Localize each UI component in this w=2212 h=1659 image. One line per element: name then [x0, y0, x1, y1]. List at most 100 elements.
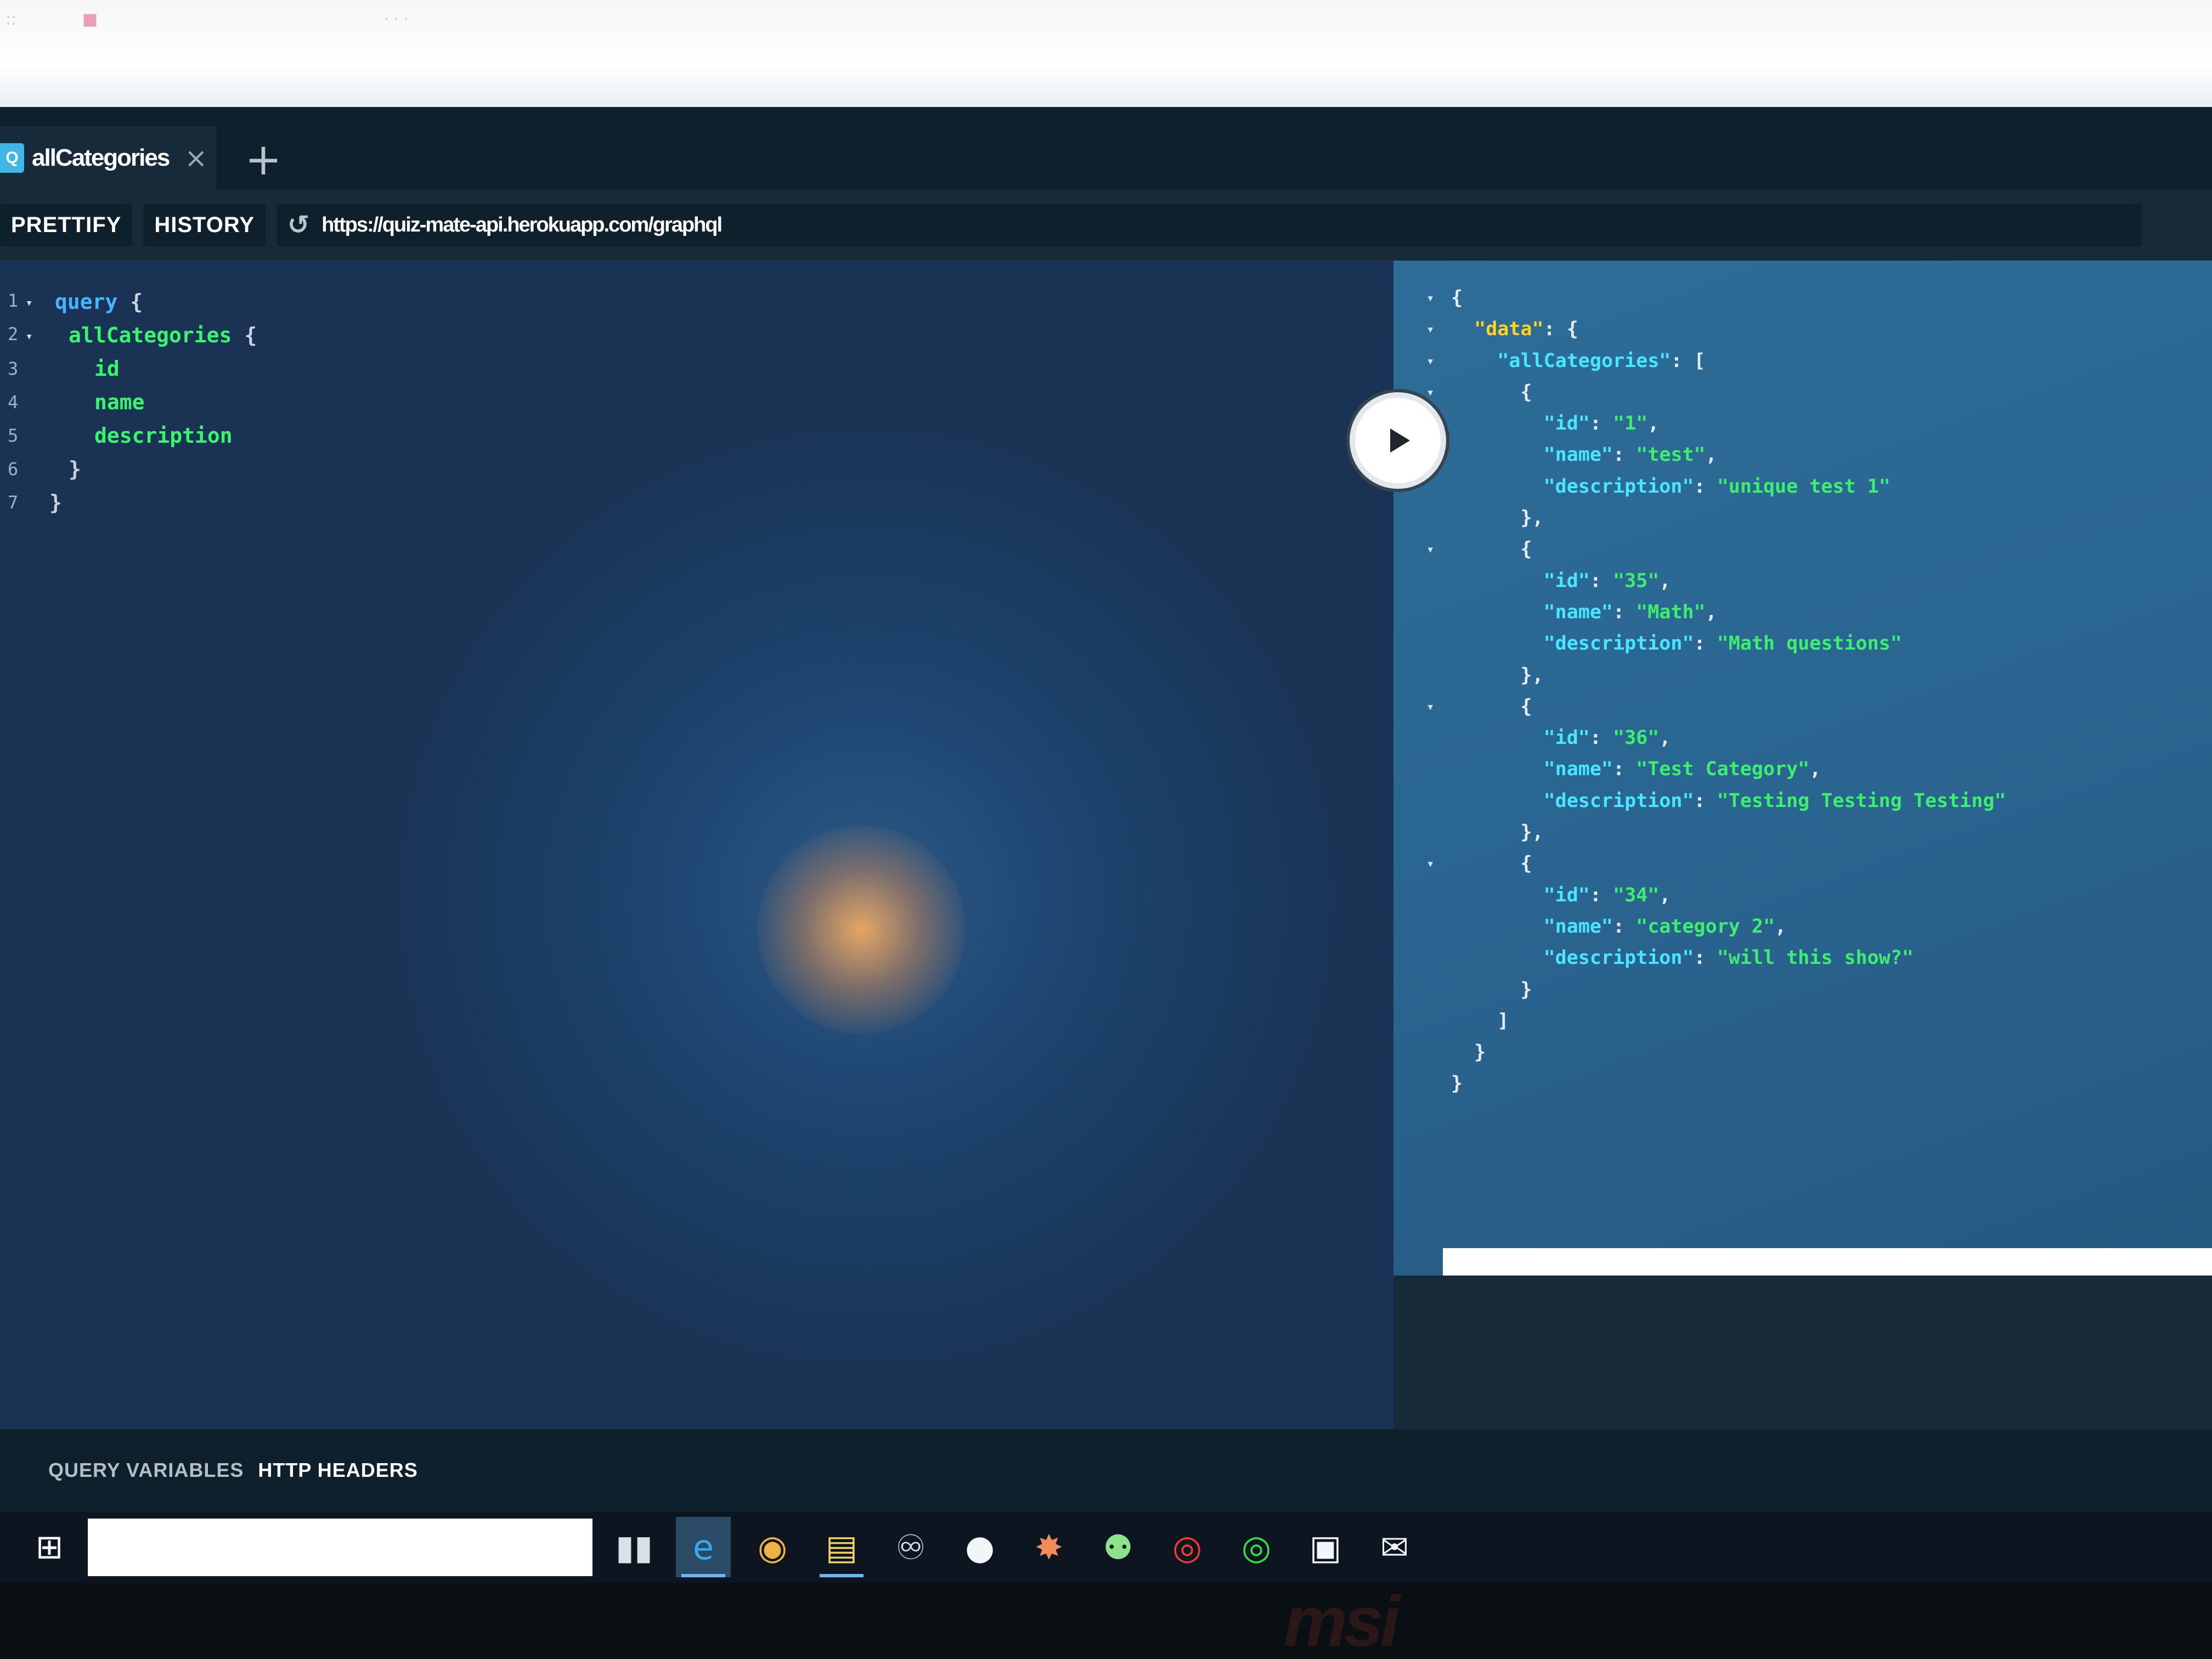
line-number: 1 ▾: [8, 290, 33, 311]
prettify-button[interactable]: PRETTIFY: [0, 204, 133, 246]
json-line: ▾ {: [1426, 534, 2006, 565]
play-icon: [1390, 428, 1410, 453]
line-number: 6: [8, 459, 19, 479]
tab-logo-icon: Q: [0, 143, 24, 173]
json-line: },: [1451, 507, 1544, 529]
line-number: 7: [8, 492, 19, 513]
execute-query-button[interactable]: [1350, 392, 1446, 489]
query-code: 1 ▾ query { 2 ▾ allCategories { 3 id 4 n…: [0, 285, 257, 520]
json-line: }: [1451, 1073, 1463, 1095]
json-line: "name": "test",: [1451, 439, 2006, 471]
json-line: ▾{: [1426, 283, 2006, 314]
running-indicator: [681, 1574, 725, 1577]
result-pane[interactable]: ▾{ ▾ "data": { ▾ "allCategories": [ ▾ { …: [1393, 261, 2212, 1276]
fold-arrow-icon: ▾: [1426, 353, 1435, 369]
field-name: name: [94, 390, 145, 414]
endpoint-url-field[interactable]: ↺ https://quiz-mate-api.herokuapp.com/gr…: [276, 204, 2142, 246]
result-horizontal-scrollbar[interactable]: [1443, 1248, 2212, 1276]
history-button[interactable]: HISTORY: [143, 204, 266, 246]
tab-http-headers[interactable]: HTTP HEADERS: [258, 1459, 417, 1482]
json-line: "name": "category 2",: [1451, 911, 2006, 943]
chrome-icon[interactable]: ◉: [745, 1517, 800, 1577]
running-indicator: [820, 1574, 864, 1577]
code-line: 7 }: [0, 486, 257, 520]
code-line: 3 id: [0, 352, 257, 386]
task-view-icon[interactable]: ▮▮: [607, 1517, 662, 1577]
json-line: "description": "will this show?": [1451, 943, 2006, 974]
item-id: "36": [1613, 727, 1660, 749]
json-line: "description": "Testing Testing Testing": [1451, 786, 2006, 817]
open-brace: {: [244, 323, 257, 347]
item-name: "category 2": [1636, 915, 1775, 938]
close-brace: }: [69, 457, 81, 481]
json-line: ▾ {: [1426, 848, 2006, 879]
json-line: "id": "1",: [1451, 408, 2006, 439]
code-line: 1 ▾ query {: [0, 285, 257, 319]
item-id: "34": [1613, 884, 1660, 906]
fold-arrow-icon: ▾: [18, 296, 33, 310]
fold-arrow-icon: ▾: [1426, 321, 1435, 337]
screen-glare: [757, 826, 966, 1034]
json-line: "name": "Math",: [1451, 597, 2006, 628]
edge-icon[interactable]: e: [676, 1517, 731, 1577]
json-line: ▾ {: [1426, 691, 2006, 723]
item-description: "unique test 1": [1717, 475, 1891, 498]
tab-query-variables[interactable]: QUERY VARIABLES: [48, 1459, 244, 1482]
chat-icon[interactable]: ●: [952, 1517, 1007, 1577]
browser-favicon: ■: [82, 10, 98, 29]
steam-icon[interactable]: ♾: [883, 1517, 938, 1577]
toolbar: PRETTIFY HISTORY ↺ https://quiz-mate-api…: [0, 189, 2212, 261]
paint-icon[interactable]: ✸: [1022, 1517, 1076, 1577]
open-brace: {: [130, 290, 143, 314]
data-key: "data": [1474, 318, 1544, 341]
query-editor[interactable]: 1 ▾ query { 2 ▾ allCategories { 3 id 4 n…: [0, 261, 1393, 1429]
item-description: "Math questions": [1717, 633, 1902, 655]
json-line: "id": "36",: [1451, 723, 2006, 754]
item-description: "Testing Testing Testing": [1717, 789, 2006, 812]
line-number: 4: [8, 392, 19, 413]
code-line: 5 description: [0, 419, 257, 453]
tab-allcategories[interactable]: Q allCategories ×: [0, 126, 217, 189]
json-line: ▾ "data": {: [1426, 314, 2006, 345]
fold-arrow-icon: ▾: [1426, 541, 1435, 557]
windows-start-icon[interactable]: ⊞: [22, 1517, 77, 1577]
browser-ghost-icons: ::: [5, 10, 17, 29]
json-line: ▾ "allCategories": [: [1426, 346, 2006, 377]
json-line: "id": "35",: [1451, 566, 2006, 597]
reload-icon[interactable]: ↺: [287, 210, 309, 240]
line-number: 3: [8, 358, 19, 379]
code-line: 2 ▾ allCategories {: [0, 319, 257, 352]
fold-arrow-icon: ▾: [1426, 290, 1435, 306]
fold-arrow-icon: ▾: [1426, 856, 1435, 872]
line-number: 2 ▾: [8, 324, 33, 345]
red-app-icon[interactable]: ◎: [1160, 1517, 1215, 1577]
field-id: id: [94, 357, 120, 381]
root-field: allCategories: [69, 323, 232, 347]
list-key: "allCategories": [1497, 349, 1671, 372]
endpoint-url-text: https://quiz-mate-api.herokuapp.com/grap…: [321, 213, 723, 236]
tab-title: allCategories: [32, 144, 170, 171]
bottom-panel-tabs: QUERY VARIABLES HTTP HEADERS: [0, 1429, 2212, 1511]
item-name: "Test Category": [1636, 758, 1810, 781]
file-explorer-icon[interactable]: ▤: [814, 1517, 869, 1577]
android-icon[interactable]: ⚉: [1091, 1517, 1146, 1577]
json-line: }: [1451, 1041, 1486, 1064]
monitor-bezel: [0, 1583, 2212, 1659]
windows-taskbar: ⊞ ▮▮ e ◉ ▤ ♾ ● ✸ ⚉ ◎ ◎ ▣ ✉: [0, 1511, 2212, 1583]
green-app-icon[interactable]: ◎: [1229, 1517, 1284, 1577]
json-line: },: [1451, 664, 1544, 686]
close-icon[interactable]: ×: [184, 142, 207, 174]
json-line: "description": "Math questions": [1451, 628, 2006, 659]
item-description: "will this show?": [1717, 947, 1914, 969]
taskbar-search-box[interactable]: [88, 1518, 592, 1576]
json-line: "name": "Test Category",: [1451, 754, 2006, 785]
graphql-playground: Q allCategories × + PRETTIFY HISTORY ↺ h…: [0, 107, 2212, 1511]
store-icon[interactable]: ▣: [1298, 1517, 1353, 1577]
json-line: ▾ {: [1426, 377, 2006, 408]
mail-icon[interactable]: ✉: [1367, 1517, 1422, 1577]
item-name: "test": [1636, 444, 1706, 466]
json-line: "id": "34",: [1451, 880, 2006, 911]
json-line: ]: [1451, 1009, 1509, 1032]
tab-bar: Q allCategories × +: [0, 107, 2212, 189]
add-tab-icon[interactable]: +: [236, 132, 291, 187]
